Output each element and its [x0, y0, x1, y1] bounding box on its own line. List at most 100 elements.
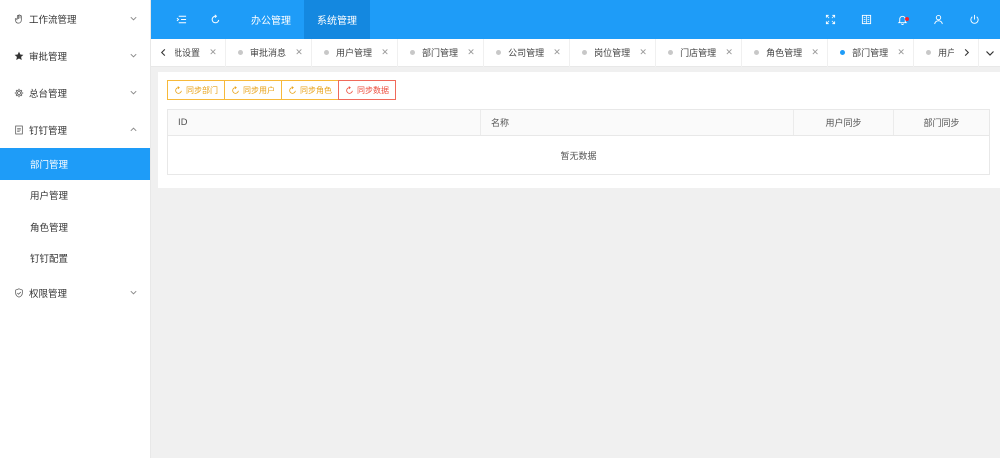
reader-icon — [861, 14, 871, 25]
tabs-scroll-left-button[interactable] — [151, 39, 175, 67]
column-header-department-sync[interactable]: 部门同步 — [894, 110, 989, 135]
chevron-up-icon — [129, 125, 138, 134]
button-label: 同步部门 — [186, 85, 218, 95]
sidebar-item-dingtalk-config[interactable]: 钉钉配置 — [0, 243, 150, 275]
sync-role-button[interactable]: 同步角色 — [281, 80, 339, 100]
gear-icon — [13, 87, 24, 98]
tab-dot — [840, 50, 846, 55]
refresh-icon — [346, 85, 353, 94]
tab-company-management[interactable]: 公司管理 ✕ — [484, 38, 571, 67]
menu-group-console[interactable]: 总台管理 — [0, 74, 150, 111]
chevron-right-icon — [964, 48, 969, 57]
topnav-office[interactable]: 办公管理 — [238, 0, 304, 39]
top-header: 办公管理 系统管理 — [151, 0, 1000, 39]
tab-dot — [582, 50, 588, 55]
menu-group-permission[interactable]: 权限管理 — [0, 274, 150, 311]
tabs-menu-button[interactable] — [978, 38, 1000, 67]
tab-department-management[interactable]: 部门管理 ✕ — [398, 38, 485, 67]
fullscreen-button[interactable] — [812, 0, 848, 39]
tabs-scroll-right-button[interactable] — [954, 39, 978, 67]
tab-label: 门店管理 — [680, 49, 717, 59]
tab-label: 公司管理 — [508, 49, 545, 59]
empty-state-text: 暂无数据 — [560, 151, 597, 162]
button-label: 同步角色 — [300, 85, 332, 95]
sync-data-button[interactable]: 同步数据 — [338, 80, 396, 100]
tab-position-management[interactable]: 岗位管理 ✕ — [570, 38, 657, 67]
notification-dot — [905, 17, 909, 21]
table-header: ID 名称 用户同步 部门同步 — [168, 110, 989, 136]
department-table: ID 名称 用户同步 部门同步 暂无数据 — [167, 109, 990, 175]
tab-department-management-active[interactable]: 部门管理 ✕ — [828, 38, 915, 67]
sidebar-item-department[interactable]: 部门管理 — [0, 148, 150, 180]
close-icon[interactable]: ✕ — [295, 48, 303, 58]
tab-label: 用户管理 — [336, 49, 373, 59]
close-icon[interactable]: ✕ — [811, 48, 819, 58]
star-icon — [13, 50, 24, 61]
fullscreen-icon — [825, 14, 835, 25]
sidebar-item-role[interactable]: 角色管理 — [0, 211, 150, 243]
sync-user-button[interactable]: 同步用户 — [224, 80, 282, 100]
tab-store-management[interactable]: 门店管理 ✕ — [656, 38, 743, 67]
refresh-icon — [175, 85, 182, 94]
toolbar: 同步部门 同步用户 同步角色 同步数据 — [167, 80, 396, 100]
reader-button[interactable] — [848, 0, 884, 39]
logout-button[interactable] — [956, 0, 992, 39]
main-panel: 同步部门 同步用户 同步角色 同步数据 ID 名称 用户同步 部门同步 暂无数据 — [158, 72, 1000, 188]
indent-icon — [176, 15, 186, 24]
tab-label: 审批设置 — [175, 49, 201, 59]
menu-group-dingtalk[interactable]: 钉钉管理 — [0, 111, 150, 148]
tab-approval-messages[interactable]: 审批消息 ✕ — [226, 38, 313, 67]
chevron-down-icon — [985, 50, 994, 56]
refresh-icon — [232, 85, 239, 94]
close-icon[interactable]: ✕ — [639, 48, 647, 58]
tab-label: 部门管理 — [852, 49, 889, 59]
tab-dot — [496, 50, 502, 55]
tab-dot — [324, 50, 330, 55]
column-header-name[interactable]: 名称 — [481, 110, 794, 135]
menu-group-workflow[interactable]: 工作流管理 — [0, 0, 150, 37]
tab-label: 部门管理 — [422, 49, 459, 59]
chevron-down-icon — [129, 288, 138, 297]
button-label: 同步数据 — [357, 85, 389, 95]
tab-label: 用户管理 — [938, 49, 954, 59]
tabs-viewport: 审批设置 ✕ 审批消息 ✕ 用户管理 ✕ 部门管理 ✕ 公司管理 ✕ — [175, 38, 954, 67]
hand-icon — [13, 13, 24, 24]
tab-label: 审批消息 — [250, 49, 287, 59]
menu-group-label: 工作流管理 — [29, 14, 77, 26]
notification-button[interactable] — [884, 0, 920, 39]
tab-approval-settings[interactable]: 审批设置 ✕ — [175, 38, 227, 67]
close-icon[interactable]: ✕ — [209, 48, 217, 58]
chevron-left-icon — [160, 48, 165, 57]
tab-role-management[interactable]: 角色管理 ✕ — [742, 38, 829, 67]
refresh-button[interactable] — [198, 0, 232, 39]
topnav-system[interactable]: 系统管理 — [304, 0, 370, 39]
sync-department-button[interactable]: 同步部门 — [167, 80, 225, 100]
sidebar-item-user[interactable]: 用户管理 — [0, 180, 150, 212]
tabs-bar: 审批设置 ✕ 审批消息 ✕ 用户管理 ✕ 部门管理 ✕ 公司管理 ✕ — [151, 38, 1000, 67]
menu-group-label: 权限管理 — [29, 288, 68, 300]
column-header-id[interactable]: ID — [168, 110, 481, 135]
refresh-icon — [211, 14, 219, 24]
tab-user-management-2[interactable]: 用户管理 ✕ — [914, 39, 954, 67]
user-icon — [933, 15, 943, 25]
menu-toggle-button[interactable] — [164, 0, 198, 39]
close-icon[interactable]: ✕ — [553, 48, 561, 58]
button-label: 同步用户 — [243, 85, 275, 95]
column-header-user-sync[interactable]: 用户同步 — [794, 110, 894, 135]
close-icon[interactable]: ✕ — [381, 48, 389, 58]
tab-dot — [410, 50, 416, 55]
tab-label: 角色管理 — [766, 49, 803, 59]
tabs-strip: 审批设置 ✕ 审批消息 ✕ 用户管理 ✕ 部门管理 ✕ 公司管理 ✕ — [175, 38, 954, 67]
close-icon[interactable]: ✕ — [725, 48, 733, 58]
menu-group-approval[interactable]: 审批管理 — [0, 37, 150, 74]
tab-dot — [926, 50, 932, 55]
tab-user-management[interactable]: 用户管理 ✕ — [312, 38, 399, 67]
close-icon[interactable]: ✕ — [897, 48, 905, 58]
menu-group-label: 审批管理 — [29, 51, 68, 63]
document-icon — [13, 124, 24, 135]
user-profile-button[interactable] — [920, 0, 956, 39]
close-icon[interactable]: ✕ — [467, 48, 475, 58]
refresh-icon — [289, 85, 296, 94]
power-icon — [969, 14, 979, 24]
tab-dot — [668, 50, 674, 55]
